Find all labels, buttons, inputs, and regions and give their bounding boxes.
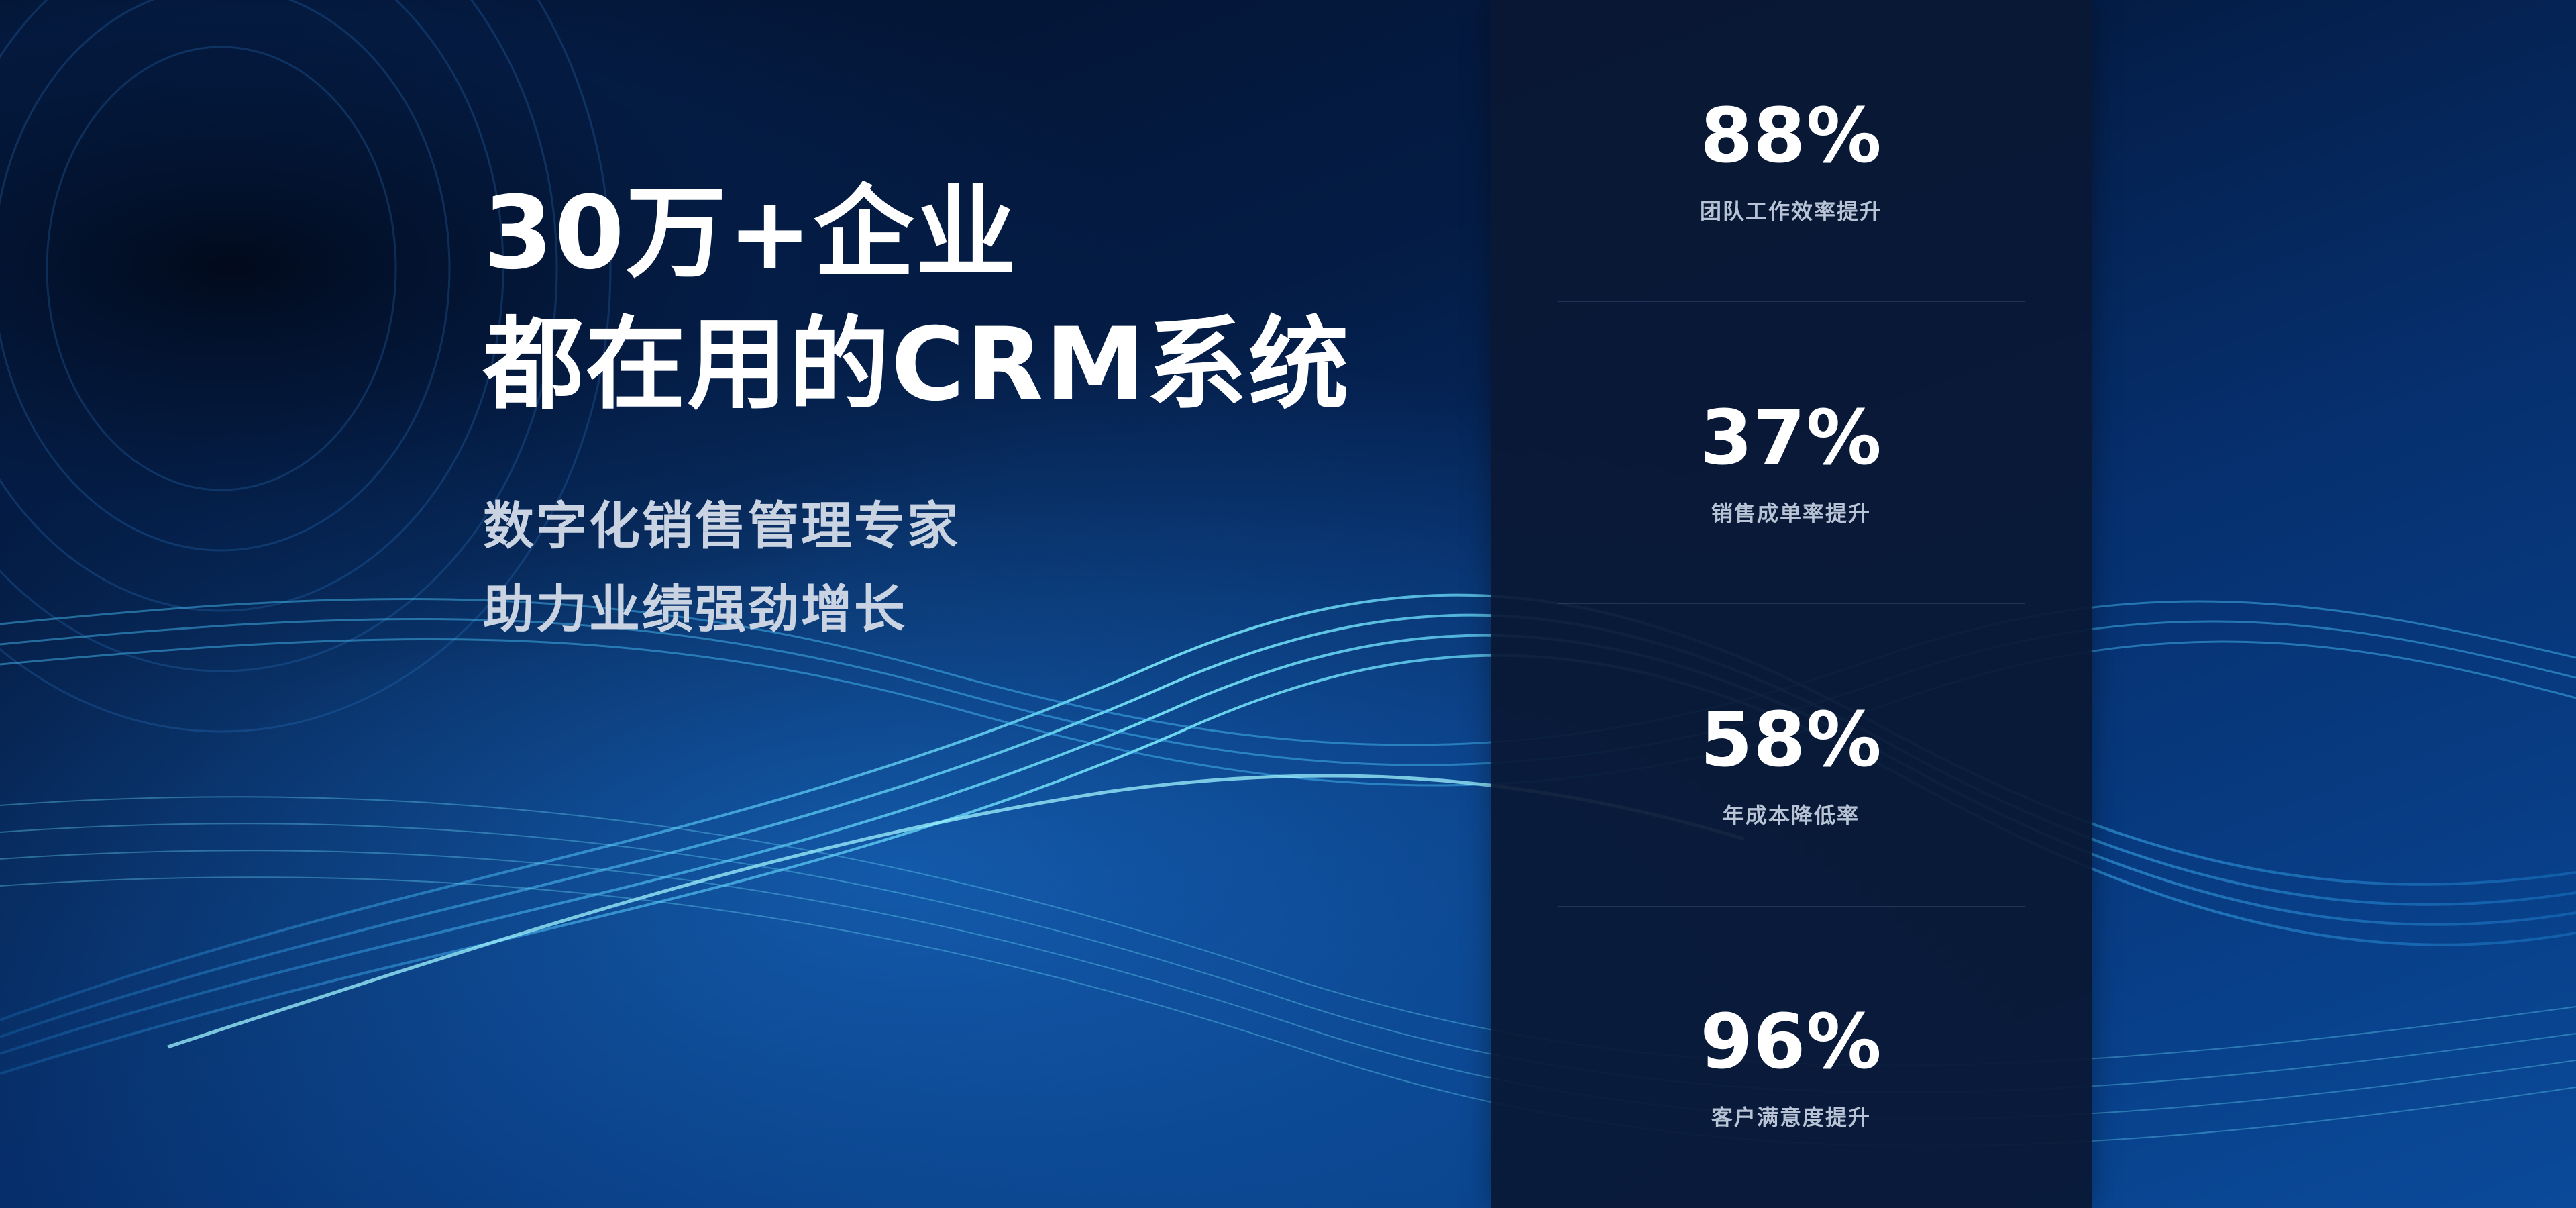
stat-item-efficiency: 88% 团队工作效率提升 [1558,0,2025,302]
stat-value: 58% [1700,697,1882,784]
stat-label: 团队工作效率提升 [1699,199,1882,224]
stat-value: 88% [1700,93,1882,180]
subheadline-line-2: 助力业绩强劲增长 [483,579,907,639]
stat-value: 96% [1700,999,1882,1086]
stat-label: 销售成单率提升 [1711,501,1871,526]
headline-line-1: 30万+企业 [483,175,1018,292]
hero-text-block: 30万+企业 都在用的CRM系统 数字化销售管理专家 助力业绩强劲增长 [483,168,1422,651]
stat-item-satisfaction: 96% 客户满意度提升 [1558,906,2025,1208]
crm-hero-banner: 30万+企业 都在用的CRM系统 数字化销售管理专家 助力业绩强劲增长 88% … [0,0,2576,1208]
stat-label: 客户满意度提升 [1711,1105,1871,1130]
subheadline: 数字化销售管理专家 助力业绩强劲增长 [483,485,1422,651]
stat-value: 37% [1700,395,1882,482]
stat-item-cost-reduction: 58% 年成本降低率 [1558,604,2025,906]
subheadline-line-1: 数字化销售管理专家 [483,496,960,556]
stats-panel: 88% 团队工作效率提升 37% 销售成单率提升 58% 年成本降低率 96% … [1491,0,2092,1208]
headline-line-2: 都在用的CRM系统 [483,307,1350,423]
stat-item-conversion: 37% 销售成单率提升 [1558,302,2025,604]
stat-label: 年成本降低率 [1722,803,1860,828]
